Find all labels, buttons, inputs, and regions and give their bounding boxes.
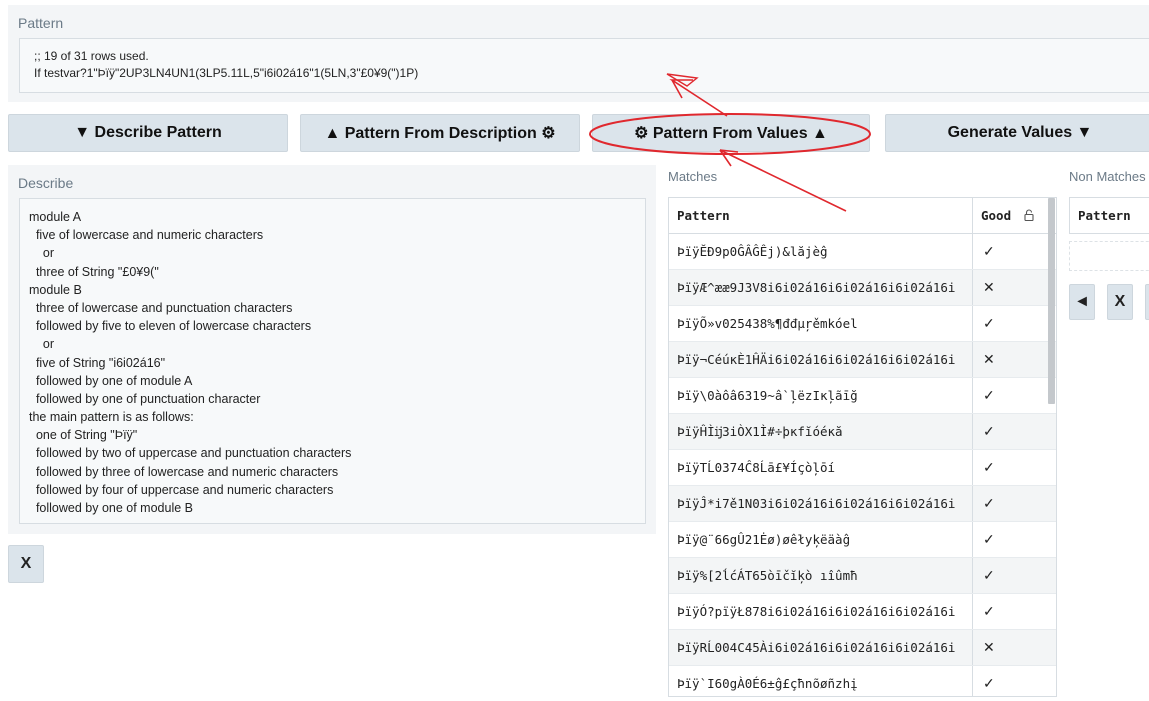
table-row[interactable]: Þïÿ@¨66gÛ21Ėø)øêłyķëäàĝ ✓	[669, 522, 1056, 558]
describe-label: Describe	[18, 175, 74, 191]
table-row[interactable]: ÞïÿÓ?pïÿŁ878i6i02á16i6i02á16i6i02á16i ✓	[669, 594, 1056, 630]
match-good-cell[interactable]: ✓	[973, 486, 1048, 521]
generate-values-button[interactable]: Generate Values ▼	[885, 114, 1149, 152]
pattern-line-comment: ;; 19 of 31 rows used.	[34, 49, 149, 63]
describe-line: followed by three of lowercase and numer…	[29, 464, 339, 479]
matches-table: Pattern Good ÞïÿĔÐ9p0ĜÂĜÊj)&lăjèĝ ✓ ÞïÿÆ^æ…	[668, 197, 1057, 697]
matches-scrollbar[interactable]	[1048, 198, 1055, 404]
table-row[interactable]: ÞïÿTĹ0374Ĉ8Ĺā£¥Íçòļōí ✓	[669, 450, 1056, 486]
table-row[interactable]: Þïÿ\0àôâ6319~â`ļëzIĸļãīğ ✓	[669, 378, 1056, 414]
match-good-cell[interactable]: ✓	[973, 522, 1048, 557]
non-matches-label: Non Matches	[1069, 169, 1146, 184]
non-matches-clear-button[interactable]: X	[1107, 284, 1133, 320]
matches-col-pattern[interactable]: Pattern	[669, 198, 973, 233]
describe-line: followed by one of module B	[29, 501, 193, 515]
match-pattern-cell[interactable]: Þïÿ%[2ĺćÁT65òīčĭķò ıîûmħ	[669, 558, 973, 593]
clear-button[interactable]: X	[8, 545, 44, 583]
describe-line: five of lowercase and numeric characters	[29, 228, 264, 243]
matches-table-header: Pattern Good	[669, 198, 1056, 234]
table-row[interactable]: Þïÿ%[2ĺćÁT65òīčĭķò ıîûmħ ✓	[669, 558, 1056, 594]
table-row[interactable]: ÞïÿRĹ004C45Ài6i02á16i6i02á16i6i02á16i ✕	[669, 630, 1056, 666]
matches-col-good-label: Good	[981, 208, 1012, 223]
describe-line: followed by four of uppercase and numeri…	[29, 482, 334, 497]
describe-line: three of lowercase and punctuation chara…	[29, 300, 293, 315]
match-good-cell[interactable]: ✕	[973, 342, 1048, 377]
match-good-cell[interactable]: ✓	[973, 558, 1048, 593]
describe-line: three of String "£0¥9("	[29, 264, 159, 279]
describe-line: followed by two of uppercase and punctua…	[29, 446, 352, 461]
describe-line: one of String "Þïÿ"	[29, 428, 138, 443]
match-pattern-cell[interactable]: ÞïÿĴ*i7ě1N03i6i02á16i6i02á16i6i02á16i	[669, 486, 973, 521]
non-matches-empty-row	[1069, 241, 1149, 271]
match-good-cell[interactable]: ✓	[973, 234, 1048, 269]
match-pattern-cell[interactable]: Þïÿ\0àôâ6319~â`ļëzIĸļãīğ	[669, 378, 973, 413]
table-row[interactable]: Þïÿ`I60gÀ0É6±ĝ£çħnõøñzhį ✓	[669, 666, 1056, 696]
pattern-from-values-button[interactable]: ⚙ Pattern From Values ▲	[592, 114, 870, 152]
match-pattern-cell[interactable]: ÞïÿÓ?pïÿŁ878i6i02á16i6i02á16i6i02á16i	[669, 594, 973, 629]
table-row[interactable]: ÞïÿĤÌĳ3iÒX1Ì#÷þĸfĭóéĸă ✓	[669, 414, 1056, 450]
non-matches-col-pattern[interactable]: Pattern	[1070, 198, 1149, 223]
non-matches-extra-button[interactable]	[1145, 284, 1149, 320]
describe-line: followed by one of punctuation character	[29, 391, 261, 406]
describe-line: or	[29, 337, 55, 352]
match-pattern-cell[interactable]: Þïÿ`I60gÀ0É6±ĝ£çħnõøñzhį	[669, 666, 973, 696]
match-good-cell[interactable]: ✓	[973, 306, 1048, 341]
match-pattern-cell[interactable]: ÞïÿÆ^ææ9J3V8i6i02á16i6i02á16i6i02á16i	[669, 270, 973, 305]
match-good-cell[interactable]: ✓	[973, 414, 1048, 449]
pattern-label: Pattern	[18, 15, 64, 31]
describe-line: or	[29, 246, 55, 261]
lock-icon[interactable]	[1024, 209, 1034, 221]
pattern-panel: Pattern ;; 19 of 31 rows used. If testva…	[8, 5, 1149, 102]
describe-line: module B	[29, 282, 82, 297]
non-matches-table: Pattern	[1069, 197, 1149, 234]
table-row[interactable]: ÞïÿÕ»v025438%¶đđµŗěmkóel ✓	[669, 306, 1056, 342]
matches-label: Matches	[668, 169, 718, 184]
table-row[interactable]: Þïÿ¬CéúĸÈ1ĤÄi6i02á16i6i02á16i6i02á16i ✕	[669, 342, 1056, 378]
pattern-editor[interactable]: ;; 19 of 31 rows used. If testvar?1"Þïÿ"…	[19, 38, 1149, 93]
describe-pattern-button[interactable]: ▼ Describe Pattern	[8, 114, 288, 152]
match-good-cell[interactable]: ✓	[973, 450, 1048, 485]
match-pattern-cell[interactable]: Þïÿ@¨66gÛ21Ėø)øêłyķëäàĝ	[669, 522, 973, 557]
match-pattern-cell[interactable]: Þïÿ¬CéúĸÈ1ĤÄi6i02á16i6i02á16i6i02á16i	[669, 342, 973, 377]
move-to-matches-button[interactable]: ◄	[1069, 284, 1095, 320]
match-good-cell[interactable]: ✕	[973, 270, 1048, 305]
pattern-line-code: If testvar?1"Þïÿ"2UP3LN4UN1(3LP5.11L,5"i…	[34, 66, 419, 80]
matches-rows: ÞïÿĔÐ9p0ĜÂĜÊj)&lăjèĝ ✓ ÞïÿÆ^ææ9J3V8i6i02á1…	[669, 234, 1056, 696]
match-good-cell[interactable]: ✓	[973, 378, 1048, 413]
describe-line: the main pattern is as follows:	[29, 410, 194, 425]
describe-panel: Describe module A five of lowercase and …	[8, 165, 656, 534]
table-row[interactable]: ÞïÿĔÐ9p0ĜÂĜÊj)&lăjèĝ ✓	[669, 234, 1056, 270]
table-row[interactable]: ÞïÿÆ^ææ9J3V8i6i02á16i6i02á16i6i02á16i ✕	[669, 270, 1056, 306]
match-good-cell[interactable]: ✓	[973, 666, 1048, 696]
matches-col-good[interactable]: Good	[973, 198, 1048, 233]
describe-line: followed by one of module A	[29, 373, 193, 388]
describe-textarea[interactable]: module A five of lowercase and numeric c…	[19, 198, 646, 524]
pattern-from-description-button[interactable]: ▲ Pattern From Description ⚙	[300, 114, 580, 152]
match-pattern-cell[interactable]: ÞïÿĔÐ9p0ĜÂĜÊj)&lăjèĝ	[669, 234, 973, 269]
describe-line: five of String "i6i02á16"	[29, 355, 166, 370]
match-pattern-cell[interactable]: ÞïÿĤÌĳ3iÒX1Ì#÷þĸfĭóéĸă	[669, 414, 973, 449]
match-good-cell[interactable]: ✓	[973, 594, 1048, 629]
match-pattern-cell[interactable]: ÞïÿTĹ0374Ĉ8Ĺā£¥Íçòļōí	[669, 450, 973, 485]
table-row[interactable]: ÞïÿĴ*i7ě1N03i6i02á16i6i02á16i6i02á16i ✓	[669, 486, 1056, 522]
describe-line: module A	[29, 210, 82, 224]
match-pattern-cell[interactable]: ÞïÿRĹ004C45Ài6i02á16i6i02á16i6i02á16i	[669, 630, 973, 665]
match-good-cell[interactable]: ✕	[973, 630, 1048, 665]
describe-line: followed by five to eleven of lowercase …	[29, 319, 312, 334]
match-pattern-cell[interactable]: ÞïÿÕ»v025438%¶đđµŗěmkóel	[669, 306, 973, 341]
